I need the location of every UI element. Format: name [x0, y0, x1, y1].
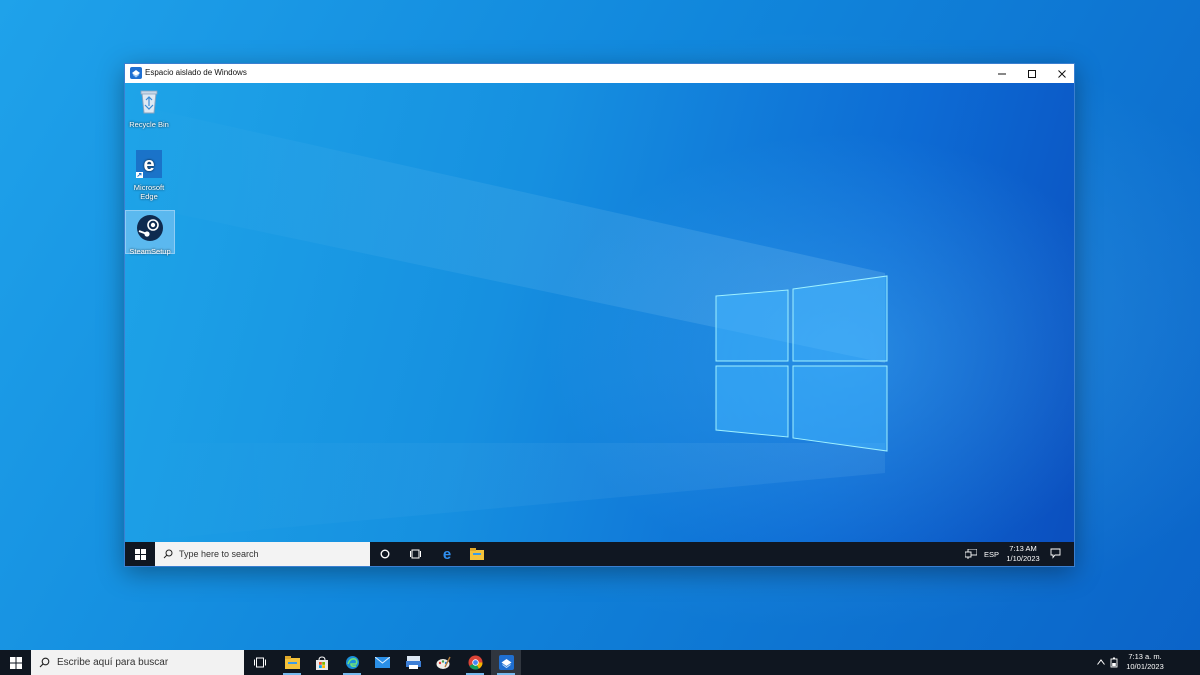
task-view-icon: [254, 657, 266, 668]
steam-icon: [137, 215, 163, 241]
desktop-icon-label: Recycle Bin: [129, 120, 169, 129]
sandbox-window-title: Espacio aislado de Windows: [145, 68, 247, 77]
host-scanner-button[interactable]: [398, 650, 428, 675]
host-windows-sandbox-button[interactable]: [491, 650, 521, 675]
mail-icon: [374, 657, 390, 668]
paint-icon: [436, 656, 451, 669]
recycle-bin-icon: [140, 90, 158, 114]
search-placeholder: Type here to search: [179, 549, 259, 559]
clock-time: 7:13 a. m.: [1128, 652, 1162, 661]
host-file-explorer-button[interactable]: [277, 650, 307, 675]
sandbox-clock[interactable]: 7:13 AM 1/10/2023: [1001, 544, 1045, 564]
host-mail-button[interactable]: [367, 650, 397, 675]
edge-icon: [345, 656, 359, 669]
host-start-button[interactable]: [0, 650, 31, 675]
host-paint-button[interactable]: [428, 650, 458, 675]
sandbox-start-button[interactable]: [125, 542, 155, 566]
maximize-button[interactable]: [1017, 64, 1047, 83]
search-placeholder: Escribe aquí para buscar: [57, 657, 169, 668]
windows-sandbox-icon: [130, 67, 142, 79]
host-task-view-button[interactable]: [245, 650, 275, 675]
windows-logo-wallpaper: [125, 103, 888, 542]
windows-sandbox-icon: [498, 655, 514, 670]
minimize-button[interactable]: [987, 64, 1017, 83]
task-view-icon: [409, 549, 421, 559]
clock-date: 10/01/2023: [1126, 662, 1164, 671]
desktop-icon-recycle-bin[interactable]: Recycle Bin: [125, 86, 173, 129]
desktop-icon-microsoft-edge[interactable]: e Microsoft Edge: [125, 149, 173, 201]
notification-icon[interactable]: [1050, 548, 1061, 559]
host-taskbar: Escribe aquí para buscar 7:13 a. m. 10/0…: [0, 650, 1200, 675]
cortana-icon: [380, 549, 390, 559]
desktop-icon-steam-setup[interactable]: SteamSetup: [125, 210, 175, 256]
maximize-icon: [1028, 69, 1036, 78]
microsoft-store-icon: [316, 655, 328, 670]
sandbox-search-box[interactable]: Type here to search: [155, 542, 370, 566]
windows-logo-icon: [134, 548, 146, 560]
minimize-icon: [998, 73, 1006, 74]
battery-icon[interactable]: [1110, 657, 1119, 668]
scanner-icon: [405, 656, 421, 669]
windows-logo-icon: [9, 656, 22, 669]
chrome-icon: [468, 655, 483, 670]
clock-time: 7:13 AM: [1009, 544, 1037, 553]
cortana-button[interactable]: [372, 542, 398, 566]
host-edge-button[interactable]: [337, 650, 367, 675]
close-icon: [1058, 69, 1066, 78]
clock-date: 1/10/2023: [1006, 554, 1040, 563]
host-search-box[interactable]: Escribe aquí para buscar: [31, 650, 244, 675]
chevron-up-icon[interactable]: [1097, 659, 1105, 665]
svg-text:e: e: [143, 154, 154, 176]
sandbox-desktop[interactable]: Recycle Bin e Microsoft Edge SteamSetup: [125, 83, 1074, 542]
search-icon: [39, 657, 50, 668]
file-explorer-icon: [284, 656, 300, 669]
host-store-button[interactable]: [307, 650, 337, 675]
search-icon: [163, 549, 173, 559]
host-clock[interactable]: 7:13 a. m. 10/01/2023: [1120, 652, 1170, 672]
sandbox-window: Espacio aislado de Windows Recycle Bin e…: [124, 63, 1075, 567]
host-chrome-button[interactable]: [460, 650, 490, 675]
desktop-icon-label: SteamSetup: [129, 247, 171, 256]
sandbox-taskbar: Type here to search e ESP 7:13 AM 1/10/2…: [125, 542, 1074, 566]
language-indicator[interactable]: ESP: [984, 550, 999, 559]
desktop-icon-label: Microsoft Edge: [133, 183, 165, 201]
file-explorer-icon: [470, 548, 484, 560]
task-view-button[interactable]: [402, 542, 428, 566]
edge-icon: e: [136, 150, 162, 178]
close-button[interactable]: [1047, 64, 1077, 83]
edge-icon: e: [443, 547, 451, 561]
taskbar-file-explorer-button[interactable]: [463, 542, 491, 566]
sandbox-titlebar[interactable]: Espacio aislado de Windows: [125, 64, 1074, 83]
network-icon[interactable]: [965, 549, 977, 559]
taskbar-edge-button[interactable]: e: [433, 542, 461, 566]
svg-text:e: e: [443, 547, 451, 561]
